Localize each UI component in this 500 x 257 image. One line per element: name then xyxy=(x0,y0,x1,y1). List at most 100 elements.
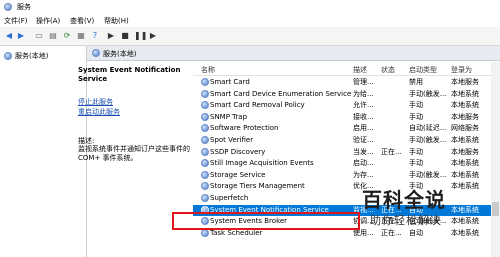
cell-logon: 本地系统 xyxy=(451,89,479,98)
cell-logon: 本地服务 xyxy=(451,112,479,121)
pane-header-label: 服务(本地) xyxy=(103,50,137,58)
cell-name: Smart Card xyxy=(210,78,250,86)
cell-startup: 自动(延迟... xyxy=(409,124,447,133)
toolbar: ◀ ▶ ▭ ▤ ⟳ ▦ ? ▶ ■ ❚❚ ▶ xyxy=(0,27,500,46)
column-name[interactable]: 名称 xyxy=(201,65,215,75)
scrollbar-thumb[interactable] xyxy=(492,202,499,216)
console-tree: 服务(本地) xyxy=(0,46,87,257)
tree-node-services-local[interactable]: 服务(本地) xyxy=(4,51,48,61)
restart-service-link[interactable]: 重启动此服务 xyxy=(78,107,120,117)
cell-name: Task Scheduler xyxy=(210,228,263,237)
window-title: 服务 xyxy=(17,3,31,11)
stop-service-link[interactable]: 停止此服务 xyxy=(78,97,113,107)
service-detail-name: System Event Notification Service xyxy=(78,66,181,83)
cell-name: SSDP Discovery xyxy=(210,147,266,156)
cell-startup: 手动(触发... xyxy=(409,170,447,179)
cell-name: Still Image Acquisition Events xyxy=(210,159,314,168)
service-icon xyxy=(201,170,209,179)
cell-logon: 本地系统 xyxy=(451,136,479,144)
cell-name: Smart Card Device Enumeration Service xyxy=(210,89,352,98)
column-description[interactable]: 描述 xyxy=(353,65,367,75)
export-icon[interactable]: ▦ xyxy=(76,31,86,41)
cell-name: Superfetch xyxy=(210,194,249,202)
cell-logon: 本地系统 xyxy=(451,101,479,110)
cell-logon: 本地服务 xyxy=(451,78,479,86)
watermark-title: 百科全说 xyxy=(362,188,446,212)
menu-bar: 文件(F) 操作(A) 查看(V) 帮助(H) xyxy=(0,14,500,27)
service-icon xyxy=(201,136,209,144)
description-text: 监视系统事件并通知订户这些事件的 COM+ 事件系统。 xyxy=(78,145,190,162)
table-row[interactable]: SSDP Discovery 当发... 正在... 手动 本地服务 xyxy=(193,147,500,158)
table-row[interactable]: Storage Service 为存... 手动(触发... 本地系统 xyxy=(193,170,500,181)
cell-startup: 手动(触发... xyxy=(409,136,447,144)
service-icon xyxy=(201,101,209,110)
refresh-icon[interactable]: ⟳ xyxy=(62,31,72,41)
annotation-highlight-box xyxy=(172,212,360,230)
cell-name: Software Protection xyxy=(210,124,279,133)
services-icon xyxy=(92,49,100,57)
menu-help[interactable]: 帮助(H) xyxy=(104,16,129,26)
cell-startup: 手动 xyxy=(409,147,423,156)
service-icon xyxy=(201,182,209,191)
watermark-subtitle: 助你轻松解决 xyxy=(370,214,442,227)
forward-icon[interactable]: ▶ xyxy=(16,31,26,41)
cell-name: Storage Tiers Management xyxy=(210,182,305,191)
restart-icon[interactable]: ▶ xyxy=(148,31,158,41)
tree-node-label: 服务(本地) xyxy=(15,52,49,60)
column-status[interactable]: 状态 xyxy=(381,65,395,75)
cell-startup: 手动 xyxy=(409,101,423,110)
cell-desc: 启动... xyxy=(353,159,374,168)
title-bar: 服务 xyxy=(0,0,500,14)
table-row[interactable]: SNMP Trap 接收... 手动 本地服务 xyxy=(193,112,500,123)
cell-startup: 手动 xyxy=(409,112,423,121)
properties-icon[interactable]: ▤ xyxy=(48,31,58,41)
table-row[interactable]: Smart Card Removal Policy 允许... 手动 本地系统 xyxy=(193,100,500,111)
vertical-scrollbar[interactable] xyxy=(491,62,500,257)
menu-view[interactable]: 查看(V) xyxy=(70,16,94,26)
cell-desc: 接收... xyxy=(353,112,374,121)
cell-name: Spot Verifier xyxy=(210,136,254,144)
column-startup-type[interactable]: 启动类型 xyxy=(409,65,437,75)
stop-icon[interactable]: ■ xyxy=(120,31,130,41)
cell-desc: 允许... xyxy=(353,101,374,110)
service-icon xyxy=(201,147,209,156)
service-icon xyxy=(201,112,209,121)
watermark: 百科全说 助你轻松解决 xyxy=(360,184,472,232)
services-icon xyxy=(4,52,12,60)
table-row[interactable]: Still Image Acquisition Events 启动... 手动 本地系… xyxy=(193,158,500,169)
cell-logon: 本地系统 xyxy=(451,170,479,179)
table-row[interactable]: Smart Card 管理... 禁用 本地服务 xyxy=(193,77,500,88)
start-icon[interactable]: ▶ xyxy=(106,31,116,41)
console-icon[interactable]: ▭ xyxy=(34,31,44,41)
help-icon[interactable]: ? xyxy=(90,31,100,41)
service-icon xyxy=(201,124,209,133)
cell-status: 正在... xyxy=(381,147,402,156)
cell-desc: 启用... xyxy=(353,124,374,133)
service-icon xyxy=(201,89,209,98)
cell-startup: 手动 xyxy=(409,159,423,168)
cell-logon: 网络服务 xyxy=(451,124,479,133)
pause-icon[interactable]: ❚❚ xyxy=(134,31,147,41)
service-icon xyxy=(201,194,209,202)
cell-desc: 为存... xyxy=(353,170,374,179)
cell-desc: 验证... xyxy=(353,136,374,144)
cell-logon: 本地服务 xyxy=(451,147,479,156)
menu-file[interactable]: 文件(F) xyxy=(4,16,28,26)
table-row[interactable]: Spot Verifier 验证... 手动(触发... 本地系统 xyxy=(193,135,500,146)
cell-startup: 手动(触发... xyxy=(409,89,447,98)
column-header-row: 名称 描述 状态 启动类型 登录为 xyxy=(193,62,500,76)
services-app-icon xyxy=(4,3,12,11)
cell-desc: 为给... xyxy=(353,89,374,98)
cell-name: Storage Service xyxy=(210,170,266,179)
cell-logon: 本地系统 xyxy=(451,159,479,168)
back-icon[interactable]: ◀ xyxy=(4,31,14,41)
menu-action[interactable]: 操作(A) xyxy=(36,16,60,26)
cell-name: Smart Card Removal Policy xyxy=(210,101,305,110)
table-row[interactable]: Smart Card Device Enumeration Service 为给.… xyxy=(193,89,500,100)
column-log-on-as[interactable]: 登录为 xyxy=(451,65,472,75)
table-row[interactable]: Software Protection 启用... 自动(延迟... 网络服务 xyxy=(193,123,500,134)
pane-header: 服务(本地) xyxy=(87,46,500,61)
cell-desc: 管理... xyxy=(353,78,374,86)
service-icon xyxy=(201,159,209,168)
cell-startup: 禁用 xyxy=(409,78,423,86)
